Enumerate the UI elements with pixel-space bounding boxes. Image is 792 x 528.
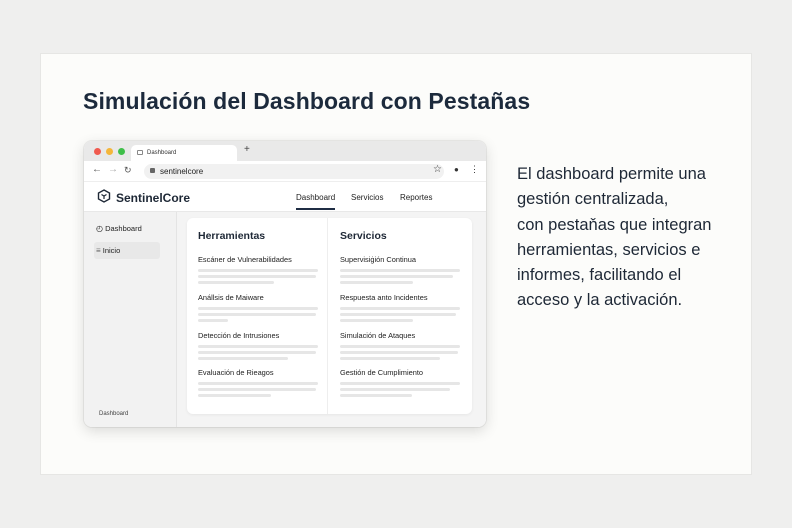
- item-label: Evaluación de Rieagos: [198, 368, 274, 377]
- description-line: acceso y la activación.: [517, 291, 683, 310]
- forward-icon[interactable]: →: [108, 164, 118, 175]
- browser-window: Dashboard + ← → ↻ sentinelcore ☆ ● ⋮ Sen…: [84, 141, 486, 427]
- list-item[interactable]: Detección de Intrusiones: [198, 331, 320, 360]
- item-label: Escáner de Vulnerabilidades: [198, 255, 292, 264]
- servicios-column: Servicios Supervisiġión Continua Respues…: [329, 218, 470, 414]
- reload-icon[interactable]: ↻: [124, 165, 132, 176]
- column-title: Servicios: [340, 230, 387, 242]
- list-item[interactable]: Anállsis de Maiware: [198, 293, 320, 322]
- sidebar-item-dashboard[interactable]: ◴ Dashboard: [96, 224, 142, 233]
- tab-servicios[interactable]: Servicios: [351, 193, 383, 202]
- tab-reportes[interactable]: Reportes: [400, 193, 432, 202]
- sidebar: ◴ Dashboard ≡ Inicio Dashboard: [84, 212, 177, 427]
- new-tab-button[interactable]: +: [244, 144, 250, 155]
- sidebar-item-label: Dashboard: [105, 224, 142, 233]
- close-window-button[interactable]: [94, 148, 101, 155]
- item-label: Gestión de Cumplimiento: [340, 368, 423, 377]
- column-title: Herramientas: [198, 230, 266, 242]
- browser-toolbar: ← → ↻ sentinelcore ☆ ● ⋮: [84, 161, 486, 182]
- list-item[interactable]: Simulación de Ataques: [340, 331, 462, 360]
- back-icon[interactable]: ←: [92, 164, 102, 175]
- list-item[interactable]: Evaluación de Rieagos: [198, 368, 320, 397]
- sidebar-footer: Dashboard: [99, 411, 129, 417]
- menu-lines-icon: ≡: [96, 246, 101, 255]
- description-line: herramientas, servicios e: [517, 240, 701, 259]
- page-icon: [137, 150, 143, 155]
- dashboard-gauge-icon: ◴: [96, 224, 103, 233]
- item-label: Simulación de Ataques: [340, 331, 416, 340]
- browser-tab-label: Dashboard: [147, 150, 177, 156]
- account-icon[interactable]: ●: [454, 165, 459, 174]
- herramientas-column: Herramientas Escáner de Vulnerabilidades…: [187, 218, 328, 414]
- description-line: con pestaňas que integran: [517, 215, 712, 234]
- browser-menu-icon[interactable]: ⋮: [470, 164, 479, 175]
- address-bar[interactable]: sentinelcore ☆: [144, 164, 444, 179]
- item-label: Respuesta anto Incidentes: [340, 293, 428, 302]
- list-item[interactable]: Escáner de Vulnerabilidades: [198, 255, 320, 284]
- item-label: Detección de Intrusiones: [198, 331, 280, 340]
- sentinelcore-logo-icon: [97, 189, 111, 203]
- browser-tab[interactable]: Dashboard: [131, 145, 237, 161]
- maximize-window-button[interactable]: [118, 148, 125, 155]
- main-content: Herramientas Escáner de Vulnerabilidades…: [177, 212, 486, 427]
- services-card: Herramientas Escáner de Vulnerabilidades…: [187, 218, 472, 414]
- slide-title: Simulación del Dashboard con Pestañas: [83, 88, 531, 114]
- sidebar-item-inicio[interactable]: ≡ Inicio: [94, 242, 160, 259]
- browser-tab-bar: Dashboard +: [84, 141, 486, 161]
- sidebar-item-label: Inicio: [102, 246, 121, 255]
- lock-icon: [150, 168, 155, 173]
- description-line: informes, facilitando el: [517, 266, 682, 285]
- list-item[interactable]: Supervisiġión Continua: [340, 255, 462, 284]
- tab-dashboard[interactable]: Dashboard: [296, 193, 336, 210]
- bookmark-star-icon[interactable]: ☆: [433, 164, 442, 175]
- address-bar-url: sentinelcore: [160, 167, 204, 176]
- brand-name: SentinelCore: [116, 191, 191, 205]
- app-header: SentinelCore Dashboard Servicios Reporte…: [84, 182, 486, 212]
- minimize-window-button[interactable]: [106, 148, 113, 155]
- slide: Simulación del Dashboard con Pestañas Da…: [40, 53, 752, 475]
- item-label: Supervisiġión Continua: [340, 255, 417, 264]
- list-item[interactable]: Gestión de Cumplimiento: [340, 368, 462, 397]
- description-line: gestión centralizada,: [517, 190, 669, 209]
- slide-description: El dashboard permite una gestión central…: [517, 162, 737, 314]
- item-label: Anállsis de Maiware: [198, 293, 264, 302]
- description-line: El dashboard permite una: [517, 165, 706, 183]
- list-item[interactable]: Respuesta anto Incidentes: [340, 293, 462, 322]
